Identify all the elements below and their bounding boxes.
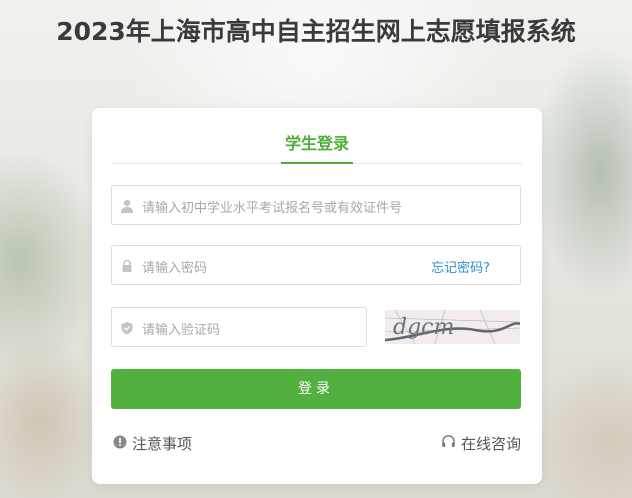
shield-icon	[120, 320, 134, 335]
username-placeholder: 请输入初中学业水平考试报名号或有效证件号	[142, 201, 403, 216]
login-tabs: 学生登录	[111, 108, 522, 164]
notice-label: 注意事项	[132, 435, 193, 453]
tab-student-login[interactable]: 学生登录	[281, 130, 353, 164]
captcha-text: dgcm	[393, 315, 454, 340]
forgot-password-link[interactable]: 忘记密码?	[431, 257, 490, 276]
login-button[interactable]: 登录	[111, 369, 521, 409]
captcha-image[interactable]: dgcm	[385, 310, 520, 344]
user-icon	[120, 198, 134, 213]
captcha-field[interactable]: 请输入验证码	[111, 307, 367, 347]
password-placeholder: 请输入密码	[142, 261, 208, 276]
consult-label: 在线咨询	[460, 435, 521, 453]
page-title: 2023年上海市高中自主招生网上志愿填报系统	[56, 17, 576, 46]
exclamation-circle-icon	[113, 435, 127, 453]
login-card: 学生登录 请输入初中学业水平考试报名号或有效证件号 请输入密码 忘记密码? 请输…	[92, 108, 542, 484]
captcha-placeholder: 请输入验证码	[142, 323, 221, 338]
notice-link[interactable]: 注意事项	[113, 433, 192, 454]
lock-icon	[120, 258, 134, 272]
password-field[interactable]: 请输入密码 忘记密码?	[111, 245, 521, 285]
online-consult-link[interactable]: 在线咨询	[441, 433, 521, 454]
username-field[interactable]: 请输入初中学业水平考试报名号或有效证件号	[111, 185, 521, 225]
headset-icon	[441, 434, 456, 453]
